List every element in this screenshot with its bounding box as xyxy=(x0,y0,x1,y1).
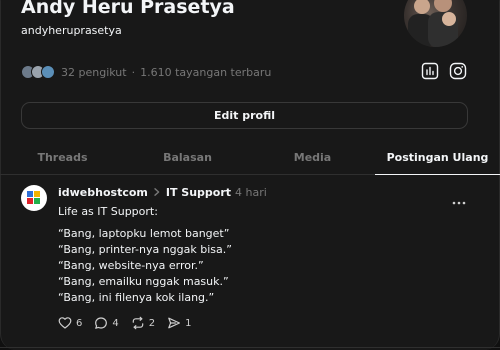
post-header: idwebhostcom IT Support 4 hari xyxy=(58,185,267,199)
post-item[interactable]: idwebhostcom IT Support 4 hari Life as I… xyxy=(0,175,500,350)
share-button[interactable]: 1 xyxy=(167,316,192,330)
followers-count[interactable]: 32 pengikut xyxy=(61,66,127,79)
tab-reposts[interactable]: Postingan Ulang xyxy=(375,140,500,175)
profile-tabs: Threads Balasan Media Postingan Ulang xyxy=(0,140,500,175)
topic-tag[interactable]: IT Support xyxy=(166,186,231,199)
post-divider xyxy=(0,347,500,348)
post-actions: 6 4 2 1 xyxy=(58,315,192,331)
post-line: “Bang, website-nya error.” xyxy=(58,259,204,272)
repost-button[interactable]: 2 xyxy=(131,316,155,330)
reply-button[interactable]: 4 xyxy=(94,316,119,330)
repost-icon xyxy=(132,316,144,330)
followers-row[interactable]: 32 pengikut · 1.610 tayangan terbaru xyxy=(21,64,271,80)
profile-name: Andy Heru Prasetya xyxy=(21,0,235,18)
tab-replies[interactable]: Balasan xyxy=(125,140,250,174)
post-line: “Bang, laptopku lemot banget” xyxy=(58,227,230,240)
instagram-icon[interactable] xyxy=(449,62,467,80)
separator-dot: · xyxy=(131,65,136,79)
like-count: 6 xyxy=(76,317,83,329)
post-body: Life as IT Support: “Bang, laptopku lemo… xyxy=(58,204,468,306)
post-line: “Bang, emailku nggak masuk.” xyxy=(58,275,229,288)
reply-count: 4 xyxy=(112,317,119,329)
profile-avatar[interactable] xyxy=(404,0,467,47)
insights-icon[interactable] xyxy=(421,62,439,80)
follower-avatar xyxy=(41,65,55,79)
follower-avatars xyxy=(21,65,57,79)
more-icon[interactable] xyxy=(452,190,466,205)
author-avatar[interactable] xyxy=(21,185,47,211)
followers-summary: 32 pengikut · 1.610 tayangan terbaru xyxy=(61,66,271,79)
post-line: Life as IT Support: xyxy=(58,205,158,218)
views-count: 1.610 tayangan terbaru xyxy=(140,65,272,79)
like-button[interactable]: 6 xyxy=(58,316,82,330)
heart-icon xyxy=(58,317,72,329)
author-name[interactable]: idwebhostcom xyxy=(58,186,148,199)
chevron-right-icon xyxy=(154,188,160,196)
tab-media[interactable]: Media xyxy=(250,140,375,174)
post-time: 4 hari xyxy=(235,185,267,199)
edit-profile-button[interactable]: Edit profil xyxy=(21,102,468,129)
comment-icon xyxy=(95,317,108,329)
tab-threads[interactable]: Threads xyxy=(0,140,125,174)
post-line: “Bang, printer-nya nggak bisa.” xyxy=(58,243,232,256)
threads-profile-page: Andy Heru Prasetya andyheruprasetya 32 p… xyxy=(0,0,500,350)
repost-count: 2 xyxy=(148,317,156,329)
share-icon xyxy=(168,317,181,329)
share-count: 1 xyxy=(185,317,192,329)
profile-handle[interactable]: andyheruprasetya xyxy=(21,24,122,37)
post-line: “Bang, ini filenya kok ilang.” xyxy=(58,291,215,304)
